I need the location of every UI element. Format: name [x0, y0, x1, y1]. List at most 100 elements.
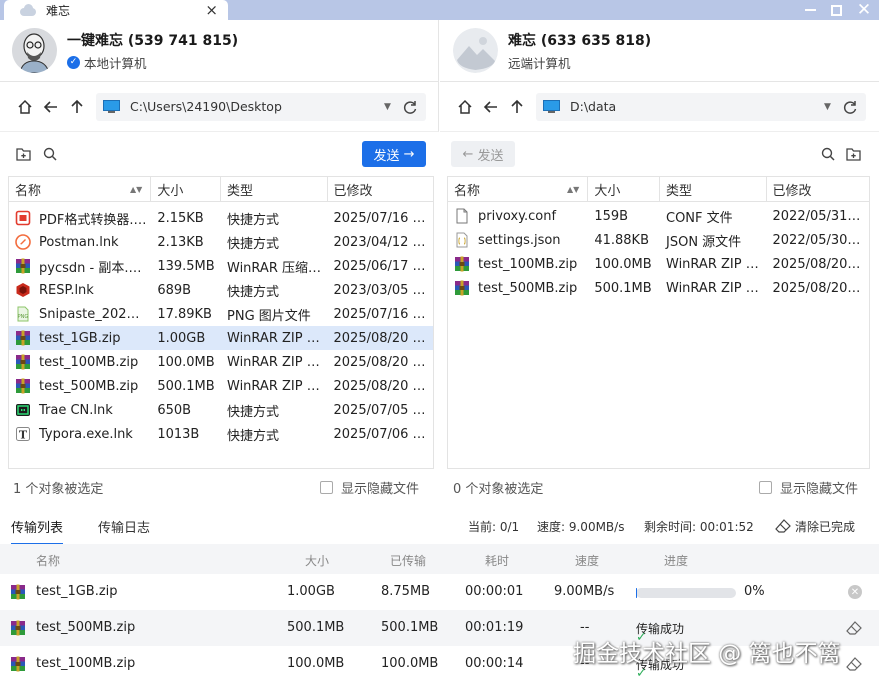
file-type: WinRAR ZIP … — [227, 330, 320, 346]
file-size: 100.0MB — [157, 354, 215, 370]
transfer-elapsed: 00:00:01 — [465, 584, 524, 599]
file-row[interactable]: T Typora.exe.lnk 1013B 快捷方式 2025/07/06 … — [9, 422, 433, 446]
file-row[interactable]: pycsdn - 副本.… 139.5MB WinRAR 压缩… 2025/06/17… — [9, 254, 433, 278]
home-icon[interactable] — [12, 94, 38, 120]
transfer-size: 100.0MB — [287, 656, 345, 671]
file-type: WinRAR ZIP … — [227, 378, 320, 394]
file-name-cell: Postman.lnk — [9, 234, 151, 250]
chevron-down-icon[interactable]: ▼ — [824, 102, 831, 112]
clear-completed-button[interactable]: 清除已完成 — [775, 510, 855, 542]
session-tab[interactable]: 难忘 × — [4, 0, 228, 20]
search-icon[interactable] — [43, 147, 57, 161]
column-name[interactable]: 名称 ▲▼ — [448, 177, 589, 202]
file-row[interactable]: Postman.lnk 2.13KB 快捷方式 2023/04/12 … — [9, 230, 433, 254]
file-name-cell: test_1GB.zip — [9, 330, 151, 346]
json-icon — [454, 232, 470, 248]
local-file-list-header: 名称 ▲▼ 大小 类型 已修改 — [9, 177, 433, 202]
column-type[interactable]: 类型 — [221, 177, 328, 202]
computer-icon — [103, 99, 120, 113]
file-name: test_500MB.zip — [478, 280, 578, 296]
file-row[interactable]: PNG Snipaste_202… 17.89KB PNG 图片文件 2025/07/1… — [9, 302, 433, 326]
winrar-icon — [454, 256, 470, 272]
new-folder-icon[interactable] — [16, 147, 31, 161]
file-name: pycsdn - 副本.… — [39, 260, 142, 276]
back-arrow-icon[interactable] — [38, 94, 64, 120]
file-type: 快捷方式 — [227, 236, 280, 252]
search-icon[interactable] — [821, 147, 835, 161]
file-size: 500.1MB — [157, 378, 215, 394]
column-speed: 速度 — [575, 554, 600, 568]
file-row[interactable]: test_100MB.zip 100.0MB WinRAR ZIP … 2025/08… — [9, 350, 433, 374]
file-name-cell: T Typora.exe.lnk — [9, 426, 151, 442]
file-type: 快捷方式 — [227, 428, 280, 444]
file-modified: 2022/05/31… — [772, 208, 861, 224]
column-size[interactable]: 大小 — [151, 177, 221, 202]
home-icon[interactable] — [452, 94, 478, 120]
file-row[interactable]: RESP.lnk 689B 快捷方式 2023/03/05 … — [9, 278, 433, 302]
refresh-icon[interactable] — [402, 99, 418, 115]
file-name: test_100MB.zip — [478, 256, 578, 272]
file-size: 139.5MB — [157, 258, 215, 274]
file-row[interactable]: test_500MB.zip 500.1MB WinRAR ZIP … 2025/08… — [448, 276, 869, 300]
checkbox[interactable] — [759, 481, 772, 494]
file-name: PDF格式转换器.… — [39, 212, 147, 228]
local-file-list: 名称 ▲▼ 大小 类型 已修改 PDF格式转换器.… 2.15KB 快捷方式 2025/… — [8, 176, 434, 469]
eraser-icon[interactable] — [846, 621, 862, 639]
up-arrow-icon[interactable] — [504, 94, 530, 120]
column-elapsed: 耗时 — [485, 554, 510, 568]
remote-selection-status: 0 个对象被选定 — [453, 482, 544, 497]
remote-avatar — [453, 28, 498, 73]
file-modified: 2022/05/30… — [772, 232, 861, 248]
winrar-icon — [15, 354, 31, 370]
new-folder-icon[interactable] — [846, 147, 861, 161]
tab-transfer-log[interactable]: 传输日志 — [98, 517, 150, 536]
file-type: CONF 文件 — [666, 210, 733, 226]
tab-transfer-list[interactable]: 传输列表 — [11, 517, 64, 545]
file-row[interactable]: PDF格式转换器.… 2.15KB 快捷方式 2025/07/16 … — [9, 206, 433, 230]
file-size: 41.88KB — [594, 232, 649, 248]
file-row[interactable]: test_500MB.zip 500.1MB WinRAR ZIP … 2025/08… — [9, 374, 433, 398]
tab-close-button[interactable]: × — [205, 1, 218, 19]
file-size: 2.15KB — [157, 210, 204, 226]
transfer-row[interactable]: test_1GB.zip 1.00GB 8.75MB 00:00:01 9.00MB/s… — [0, 574, 879, 610]
file-row[interactable]: settings.json 41.88KB JSON 源文件 2022/05/30… — [448, 228, 869, 252]
eraser-icon[interactable] — [846, 657, 862, 675]
remote-path-input[interactable]: D:\data ▼ — [536, 92, 866, 121]
file-type: PNG 图片文件 — [227, 308, 311, 324]
remote-send-button[interactable]: ← 发送 — [451, 141, 515, 167]
winrar-icon — [15, 258, 31, 274]
file-name: Snipaste_202… — [39, 306, 140, 322]
file-name-cell: Trae CN.lnk — [9, 402, 151, 418]
cancel-transfer-icon[interactable]: ✕ — [848, 585, 862, 599]
file-name: Typora.exe.lnk — [39, 426, 133, 442]
file-row[interactable]: privoxy.conf 159B CONF 文件 2022/05/31… — [448, 204, 869, 228]
column-modified[interactable]: 已修改 — [767, 177, 870, 202]
column-size[interactable]: 大小 — [588, 177, 660, 202]
file-row[interactable]: test_100MB.zip 100.0MB WinRAR ZIP … 2025/08… — [448, 252, 869, 276]
local-send-button[interactable]: 发送 → — [362, 141, 426, 167]
checkbox[interactable] — [320, 481, 333, 494]
file-row[interactable]: test_1GB.zip 1.00GB WinRAR ZIP … 2025/08/20… — [9, 326, 433, 350]
file-modified: 2025/07/16 … — [333, 210, 426, 226]
file-name: test_500MB.zip — [39, 378, 139, 394]
file-size: 650B — [157, 402, 192, 418]
file-modified: 2025/08/20… — [772, 280, 861, 296]
local-path-input[interactable]: C:\Users\24190\Desktop ▼ — [96, 92, 426, 121]
local-show-hidden[interactable]: 显示隐藏文件 — [320, 478, 419, 497]
file-type: 快捷方式 — [227, 404, 280, 420]
back-arrow-icon[interactable] — [478, 94, 504, 120]
up-arrow-icon[interactable] — [64, 94, 90, 120]
tab-title: 难忘 — [46, 3, 71, 18]
column-name[interactable]: 名称 ▲▼ — [9, 177, 152, 202]
remote-show-hidden[interactable]: 显示隐藏文件 — [759, 478, 858, 497]
progress-text: 0% — [744, 584, 765, 599]
column-type[interactable]: 类型 — [660, 177, 767, 202]
maximize-button[interactable] — [821, 0, 851, 20]
chevron-down-icon[interactable]: ▼ — [384, 102, 391, 112]
column-modified[interactable]: 已修改 — [328, 177, 434, 202]
close-window-button[interactable]: ✕ — [849, 0, 879, 20]
file-modified: 2025/08/20 … — [333, 330, 426, 346]
refresh-icon[interactable] — [842, 99, 858, 115]
file-row[interactable]: Trae CN.lnk 650B 快捷方式 2025/07/05 … — [9, 398, 433, 422]
file-type: WinRAR ZIP … — [666, 256, 759, 272]
